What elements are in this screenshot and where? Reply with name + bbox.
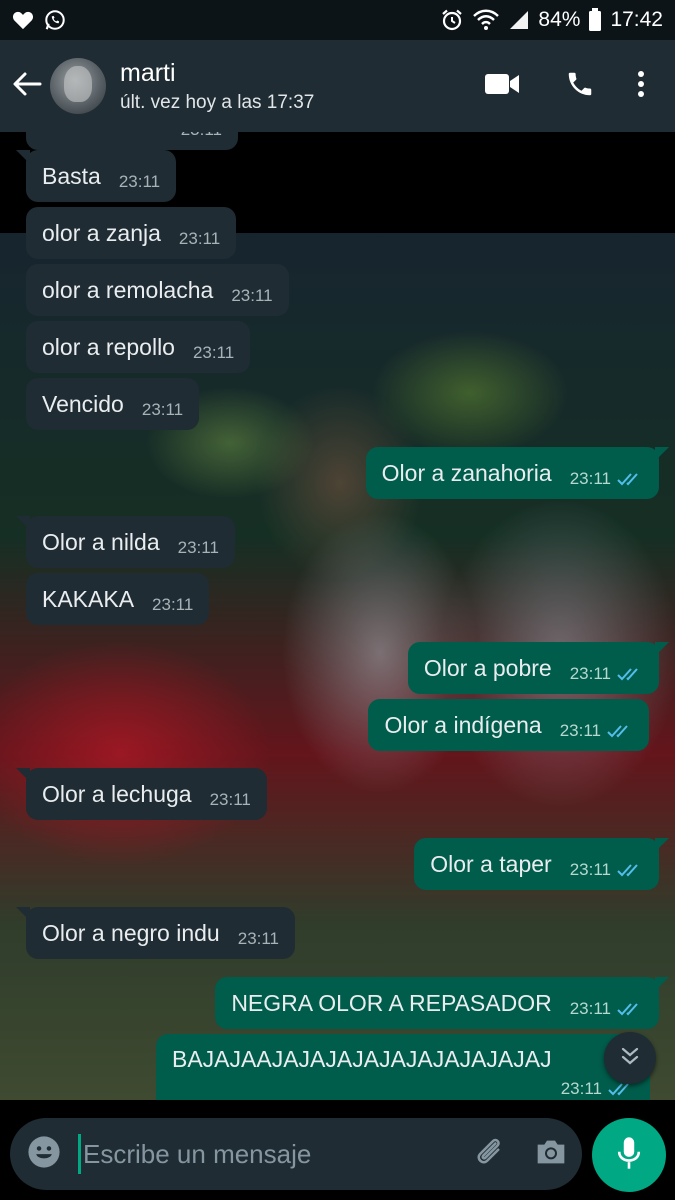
message-text: Vencido — [42, 390, 124, 417]
message-input-box — [10, 1118, 582, 1190]
battery-icon — [588, 8, 602, 32]
video-call-button[interactable] — [463, 56, 541, 116]
battery-percentage: 84% — [538, 8, 581, 31]
text-cursor — [78, 1134, 81, 1174]
message-outgoing[interactable]: Olor a zanahoria 23:11 — [365, 447, 670, 499]
message-incoming[interactable]: Basta 23:11 — [15, 150, 177, 202]
message-incoming[interactable]: Vencido 23:11 — [26, 378, 200, 430]
message-text: Olor a taper — [430, 850, 552, 877]
message-outgoing[interactable]: Olor a indígena 23:11 — [368, 699, 649, 751]
message-text: NEGRA OLOR A REPASADOR — [231, 989, 552, 1016]
clock: 17:42 — [610, 8, 663, 31]
message-outgoing[interactable]: Olor a pobre 23:11 — [407, 642, 670, 694]
message-outgoing[interactable]: Olor a taper 23:11 — [414, 838, 669, 890]
message-time: 23:11 — [118, 172, 161, 191]
message-incoming[interactable]: olor a remolacha 23:11 — [26, 264, 289, 316]
more-options-button[interactable] — [619, 56, 663, 116]
mic-icon — [616, 1136, 642, 1175]
message-outgoing[interactable]: NEGRA OLOR A REPASADOR 23:11 — [215, 977, 669, 1029]
voice-call-button[interactable] — [541, 56, 619, 116]
message-text: Olor a indígena — [384, 711, 542, 738]
message-time: 23:11 — [152, 595, 194, 614]
contact-name: marti — [120, 58, 176, 87]
contact-info[interactable]: marti últ. vez hoy a las 17:37 — [120, 59, 463, 114]
read-ticks-icon — [617, 471, 643, 487]
message-time: 23:11 — [181, 132, 222, 140]
double-chevron-down-icon — [619, 1045, 641, 1072]
emoji-icon — [27, 1135, 61, 1174]
message-incoming[interactable]: Olor a lechuga 23:11 — [16, 768, 267, 820]
back-arrow-icon — [12, 71, 42, 102]
message-time: 23:11 — [209, 790, 251, 809]
avatar[interactable] — [50, 58, 106, 114]
emoji-button[interactable] — [10, 1118, 78, 1190]
message-time: 23:11 — [569, 860, 611, 879]
message-time: 23:11 — [141, 400, 184, 419]
message-text: Olor a nilda — [42, 528, 160, 555]
message-incoming[interactable]: Olor a nilda 23:11 — [16, 516, 235, 568]
back-button[interactable] — [4, 40, 50, 132]
message-time: 23:11 — [192, 343, 235, 362]
phone-icon — [565, 69, 595, 104]
attach-button[interactable] — [458, 1118, 520, 1190]
wifi-icon — [472, 9, 500, 31]
message-text: BAJAJAAJAJAJAJAJAJAJAJAJAJAJ — [172, 1045, 552, 1072]
alarm-icon — [440, 8, 464, 32]
message-time: 23:11 — [569, 469, 611, 488]
message-text: Olor a negro indu — [42, 919, 220, 946]
message-time: 23:11 — [560, 1078, 602, 1098]
read-ticks-icon — [617, 1001, 643, 1017]
last-seen: últ. vez hoy a las 17:37 — [120, 91, 315, 113]
message-text: Olor a zanahoria — [381, 459, 552, 486]
camera-button[interactable] — [520, 1118, 582, 1190]
video-call-icon — [484, 72, 520, 101]
signal-icon — [508, 9, 530, 31]
message-field[interactable] — [78, 1118, 458, 1190]
whatsapp-icon — [44, 9, 66, 31]
message-time: 23:11 — [569, 664, 611, 683]
read-ticks-icon — [607, 723, 633, 739]
voice-message-button[interactable] — [592, 1118, 666, 1192]
message-time: 23:11 — [177, 538, 219, 557]
message-text: olor a remolacha — [42, 276, 214, 303]
read-ticks-icon — [617, 862, 643, 878]
message-text: Basta — [42, 162, 101, 189]
message-input[interactable] — [83, 1138, 423, 1170]
message-time: 23:11 — [559, 721, 601, 740]
read-ticks-icon — [617, 666, 643, 682]
composer-bar — [0, 1100, 675, 1200]
message-text: Olor a pobre — [423, 654, 552, 681]
message-incoming[interactable]: KAKAKA 23:11 — [26, 573, 210, 625]
camera-icon — [535, 1138, 567, 1171]
message-time: 23:11 — [231, 286, 273, 305]
chat-area[interactable]: 23:11 Basta 23:11 olor a zanja 23:11 olo… — [0, 132, 675, 1100]
heart-icon — [12, 10, 34, 30]
status-bar: 84% 17:42 — [0, 0, 675, 40]
message-time: 23:11 — [237, 929, 280, 948]
message-incoming[interactable]: olor a repollo 23:11 — [26, 321, 251, 373]
message-time: 23:11 — [569, 999, 611, 1018]
message-incoming[interactable]: Olor a negro indu 23:11 — [15, 907, 296, 959]
message-text: olor a zanja — [42, 219, 161, 246]
message-time: 23:11 — [178, 229, 221, 248]
message-text: olor a repollo — [42, 333, 175, 360]
attach-icon — [472, 1135, 506, 1174]
message-outgoing[interactable]: BAJAJAAJAJAJAJAJAJAJAJAJAJAJ 23:11 — [156, 1034, 650, 1100]
chat-header: marti últ. vez hoy a las 17:37 — [0, 40, 675, 132]
more-vert-icon — [637, 70, 645, 103]
message-incoming[interactable]: olor a zanja 23:11 — [26, 207, 237, 259]
message-text: Olor a lechuga — [42, 780, 192, 807]
message-incoming[interactable]: 23:11 — [26, 132, 238, 150]
scroll-to-bottom-button[interactable] — [604, 1032, 656, 1084]
message-text: KAKAKA — [42, 585, 135, 612]
